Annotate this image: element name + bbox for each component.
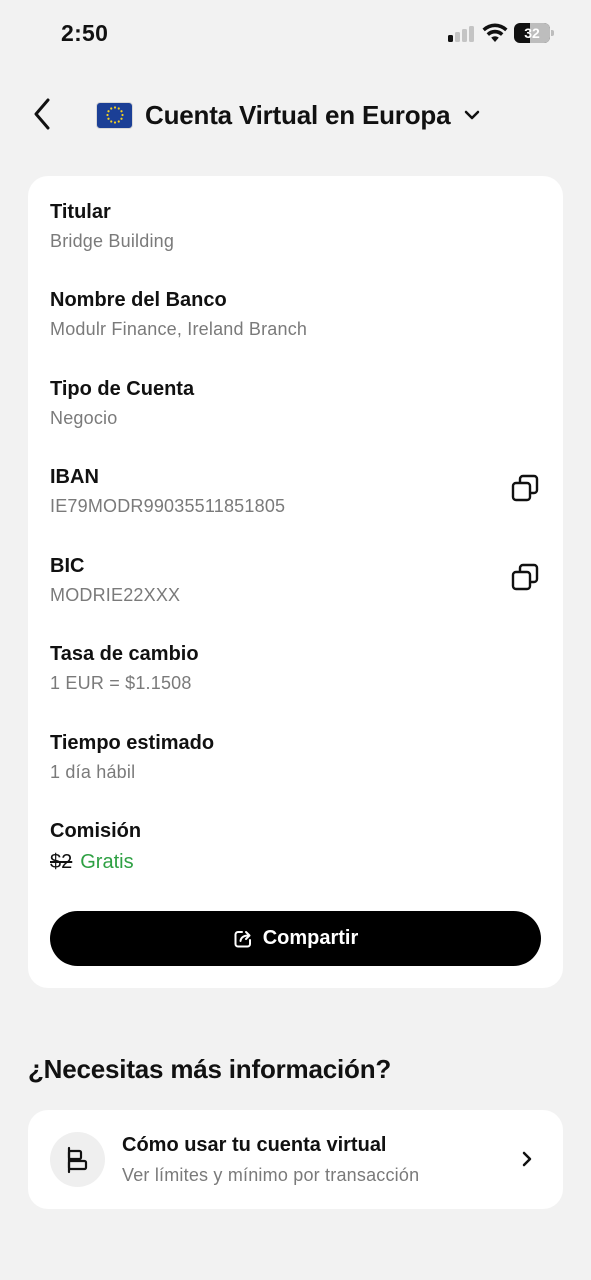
fee-free-label: Gratis — [80, 851, 134, 873]
page-title: Cuenta Virtual en Europa — [145, 99, 451, 130]
field-label: Titular — [50, 201, 111, 223]
status-time: 2:50 — [61, 20, 109, 46]
account-details-card: Titular Bridge Building Nombre del Banco… — [28, 176, 563, 988]
status-bar: 2:50 32 — [0, 0, 591, 66]
field-holder: Titular Bridge Building — [50, 200, 540, 252]
field-value: Negocio — [50, 408, 118, 428]
field-label: Tasa de cambio — [50, 643, 199, 665]
field-bic: BIC MODRIE22XXX — [50, 554, 540, 606]
field-label: Tiempo estimado — [50, 732, 215, 754]
field-value: IE79MODR99035511851805 — [50, 496, 286, 516]
field-label: Tipo de Cuenta — [50, 378, 195, 400]
chevron-right-icon — [519, 1148, 535, 1170]
chevron-left-icon — [34, 98, 50, 130]
section-title: ¿Necesitas más información? — [28, 1054, 392, 1084]
field-account-type: Tipo de Cuenta Negocio — [50, 377, 540, 429]
fee-old-price: $2 — [50, 851, 73, 873]
account-region-selector[interactable]: Cuenta Virtual en Europa — [96, 92, 480, 138]
battery-icon: 32 — [514, 23, 554, 43]
field-estimated-time: Tiempo estimado 1 día hábil — [50, 731, 540, 783]
copy-icon — [511, 563, 539, 591]
field-exchange-rate: Tasa de cambio 1 EUR = $1.1508 — [50, 642, 540, 694]
copy-bic-button[interactable] — [510, 562, 540, 592]
field-value: MODRIE22XXX — [50, 585, 181, 605]
field-value: 1 EUR = $1.1508 — [50, 673, 192, 693]
info-card-title: Cómo usar tu cuenta virtual — [122, 1134, 387, 1156]
copy-iban-button[interactable] — [510, 473, 540, 503]
eu-flag-icon — [96, 101, 133, 129]
chevron-down-icon — [464, 110, 480, 120]
wifi-icon — [482, 23, 508, 43]
field-fee: Comisión $2 Gratis — [50, 819, 540, 874]
field-value: 1 día hábil — [50, 762, 136, 782]
field-iban: IBAN IE79MODR99035511851805 — [50, 465, 540, 517]
share-icon — [234, 930, 251, 947]
back-button[interactable] — [26, 94, 58, 134]
fee-row: $2 Gratis — [50, 851, 540, 874]
field-label: BIC — [50, 555, 85, 577]
document-layout-icon — [67, 1146, 87, 1173]
battery-level: 32 — [524, 25, 540, 41]
info-card-subtitle: Ver límites y mínimo por transacción — [122, 1165, 420, 1185]
share-button[interactable]: Compartir — [50, 911, 541, 966]
info-icon-container — [50, 1132, 105, 1187]
field-value: Bridge Building — [50, 231, 175, 251]
how-to-use-card[interactable]: Cómo usar tu cuenta virtual Ver límites … — [28, 1110, 563, 1209]
field-bank-name: Nombre del Banco Modulr Finance, Ireland… — [50, 288, 540, 340]
share-button-label: Compartir — [262, 927, 359, 949]
field-label: Nombre del Banco — [50, 289, 227, 311]
field-value: Modulr Finance, Ireland Branch — [50, 319, 308, 339]
field-label: Comisión — [50, 820, 142, 842]
field-label: IBAN — [50, 466, 99, 488]
copy-icon — [511, 474, 539, 502]
cellular-signal-icon — [448, 26, 474, 42]
